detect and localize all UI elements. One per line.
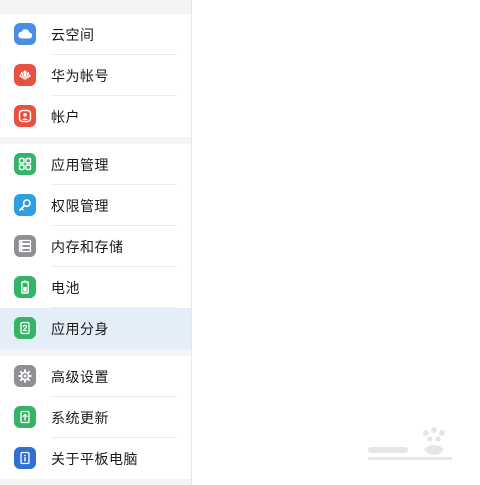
sidebar-item-label: 应用分身: [51, 321, 109, 338]
cloud-icon: [14, 23, 36, 45]
sidebar-item-label: 高级设置: [51, 369, 109, 386]
sidebar-item-app-management[interactable]: 应用管理: [0, 144, 191, 185]
sidebar-item-cloud[interactable]: 云空间: [0, 14, 191, 55]
sidebar-item-label: 内存和存储: [51, 239, 124, 256]
storage-icon: [14, 235, 36, 257]
sidebar-item-label: 电池: [51, 280, 80, 297]
sidebar-item-memory-storage[interactable]: 内存和存储: [0, 226, 191, 267]
key-icon: [14, 194, 36, 216]
sidebar-item-label: 云空间: [51, 27, 95, 44]
system-update-icon: [14, 406, 36, 428]
battery-icon: [14, 276, 36, 298]
detail-pane: [193, 0, 480, 485]
apps-grid-icon: [14, 153, 36, 175]
app-twin-icon: [14, 317, 36, 339]
account-icon: [14, 105, 36, 127]
sidebar-item-advanced-settings[interactable]: 高级设置: [0, 356, 191, 397]
sidebar-item-label: 关于平板电脑: [51, 451, 138, 468]
sidebar-item-battery[interactable]: 电池: [0, 267, 191, 308]
huawei-logo-icon: [14, 64, 36, 86]
sidebar-item-label: 应用管理: [51, 157, 109, 174]
sidebar-item-label: 帐户: [51, 109, 80, 126]
group-apps: 应用管理 权限管理 内存和存储 电池 应用分身: [0, 144, 191, 349]
sidebar-item-permissions[interactable]: 权限管理: [0, 185, 191, 226]
sidebar-item-system-update[interactable]: 系统更新: [0, 397, 191, 438]
watermark-logo: [366, 425, 456, 465]
settings-sidebar: 云空间 华为帐号 帐户 应用管理 权限管理 内存和存储 电池 应用分身 高级设置…: [0, 0, 192, 485]
group-system: 高级设置 系统更新 关于平板电脑: [0, 356, 191, 479]
sidebar-item-huawei-id[interactable]: 华为帐号: [0, 55, 191, 96]
sidebar-item-about-tablet[interactable]: 关于平板电脑: [0, 438, 191, 479]
sidebar-item-account[interactable]: 帐户: [0, 96, 191, 137]
sidebar-item-label: 系统更新: [51, 410, 109, 427]
group-account: 云空间 华为帐号 帐户: [0, 14, 191, 137]
sidebar-item-label: 权限管理: [51, 198, 109, 215]
gear-icon: [14, 365, 36, 387]
sidebar-item-app-twin[interactable]: 应用分身: [0, 308, 191, 349]
sidebar-item-label: 华为帐号: [51, 68, 109, 85]
info-icon: [14, 447, 36, 469]
